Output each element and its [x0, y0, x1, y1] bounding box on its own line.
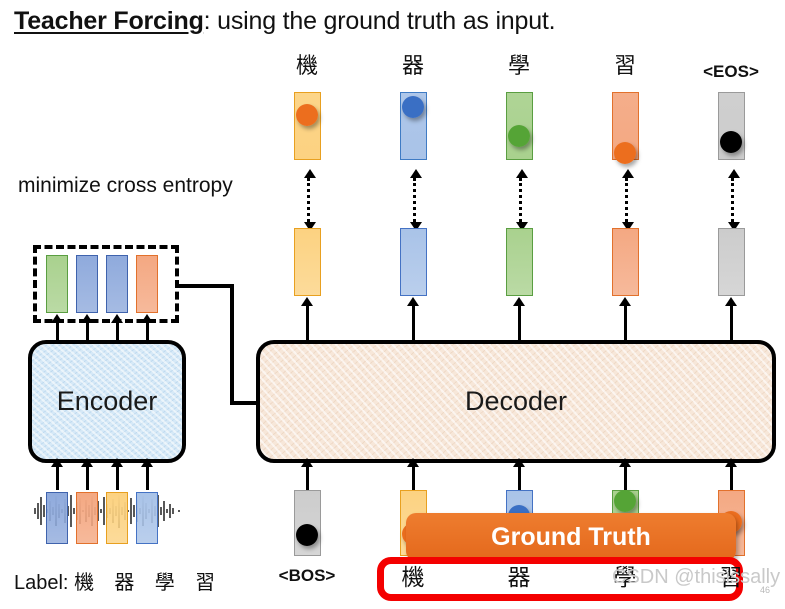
speech-input-arrow-1 — [85, 466, 89, 490]
speech-segment-bar-1 — [76, 492, 98, 544]
cross-entropy-arrow-0 — [304, 169, 316, 231]
speech-segment-bar-2 — [106, 492, 128, 544]
decoder-output-arrow-0 — [305, 305, 309, 341]
encoder-output-bar-0 — [46, 255, 68, 313]
decoder-input-arrow-4 — [729, 466, 733, 490]
decoder-block[interactable]: Decoder — [256, 340, 776, 463]
encoder-output-arrow-2 — [115, 322, 119, 342]
cross-entropy-arrow-4 — [728, 169, 740, 231]
encoder-decoder-link-horizontal — [178, 284, 234, 288]
ground-truth-char-3: 習 — [719, 565, 743, 591]
output-distribution-dot-2 — [508, 124, 530, 147]
page-title-emphasis: Teacher Forcing — [14, 7, 204, 35]
page-number: 46 — [760, 585, 771, 595]
decoder-output-arrow-2 — [517, 305, 521, 341]
decoder-output-arrow-1 — [411, 305, 415, 341]
ground-truth-char-2: 學 — [613, 565, 637, 591]
decoder-label: Decoder — [464, 386, 568, 416]
decoder-output-bar-2 — [505, 228, 533, 296]
speech-segment-bar-0 — [46, 492, 68, 544]
bos-label: <BOS> — [278, 566, 336, 585]
slide-canvas: Teacher Forcing: using the ground truth … — [0, 0, 785, 609]
page-title-rest: : using the ground truth as input. — [203, 7, 556, 35]
encoder-decoder-link-vertical — [230, 284, 234, 403]
encoder-label: Encoder — [56, 386, 158, 416]
decoder-output-bar-4 — [717, 228, 745, 296]
decoder-output-arrow-4 — [729, 305, 733, 341]
encoder-output-bar-3 — [136, 255, 158, 313]
minimize-cross-entropy-label: minimize cross entropy — [18, 174, 233, 197]
decoder-output-arrow-3 — [623, 305, 627, 341]
encoder-block[interactable]: Encoder — [28, 340, 186, 463]
encoder-output-bar-1 — [76, 255, 98, 313]
output-token-label-2: 學 — [507, 54, 530, 79]
ground-truth-char-1: 器 — [507, 565, 531, 591]
encoder-output-arrow-3 — [145, 322, 149, 342]
encoder-output-arrow-1 — [85, 322, 89, 342]
ground-truth-char-0: 機 — [401, 565, 425, 591]
speech-input-arrow-0 — [55, 466, 59, 490]
decoder-input-arrow-1 — [411, 466, 415, 490]
output-token-label-4: <EOS> — [703, 62, 759, 81]
speech-input-arrow-2 — [115, 466, 119, 490]
label-caption-chars: 機 器 學 習 — [74, 570, 223, 594]
decoder-input-arrow-0 — [305, 466, 309, 490]
cross-entropy-arrow-2 — [516, 169, 528, 231]
output-distribution-dot-1 — [402, 96, 424, 119]
speech-segment-bar-3 — [136, 492, 158, 544]
encoder-output-arrow-0 — [55, 322, 59, 342]
decoder-output-bar-3 — [611, 228, 639, 296]
label-caption-prefix: Label: — [14, 572, 75, 594]
encoder-decoder-link-horizontal-2 — [230, 401, 258, 405]
output-token-label-0: 機 — [295, 54, 318, 79]
speech-input-arrow-3 — [145, 466, 149, 490]
ground-truth-banner: Ground Truth — [406, 513, 736, 561]
cross-entropy-arrow-1 — [410, 169, 422, 231]
decoder-input-arrow-2 — [517, 466, 521, 490]
decoder-output-bar-0 — [293, 228, 321, 296]
cross-entropy-arrow-3 — [622, 169, 634, 231]
ground-truth-label: Ground Truth — [491, 522, 651, 551]
decoder-input-bar-0 — [293, 490, 321, 556]
output-distribution-dot-3 — [614, 141, 636, 164]
output-token-label-1: 器 — [401, 54, 424, 79]
decoder-output-bar-1 — [399, 228, 427, 296]
decoder-input-arrow-3 — [623, 466, 627, 490]
decoder-input-dot-3 — [614, 490, 636, 512]
label-caption: Label: 機 器 學 習 — [14, 566, 222, 595]
output-token-label-3: 習 — [613, 54, 636, 79]
encoder-output-bar-2 — [106, 255, 128, 313]
page-title: Teacher Forcing: using the ground truth … — [14, 4, 774, 38]
